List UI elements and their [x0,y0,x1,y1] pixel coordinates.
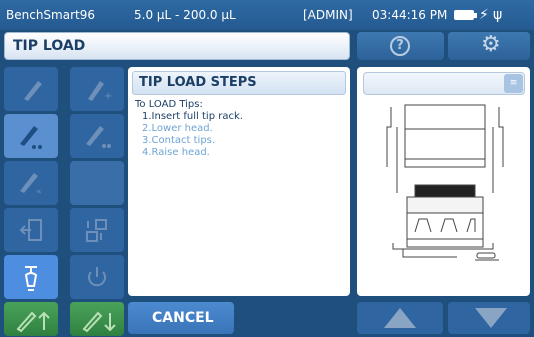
door-exit-icon [19,219,42,241]
down-arrow-icon [475,308,507,328]
instrument-diagram-panel: ≡ [357,67,530,296]
help-button[interactable]: ? [357,32,444,60]
tip-load-icon [24,266,38,291]
exit-button[interactable] [4,208,58,252]
steps-intro: To LOAD Tips: [135,99,203,110]
empty-tool-slot [70,161,124,205]
svg-text:+: + [104,91,112,102]
user-role: [ADMIN] [303,8,353,22]
help-icon: ? [390,36,410,56]
page-title-bar: TIP LOAD [4,32,350,60]
pipette-button[interactable] [4,67,58,111]
step-item: 3.Contact tips. [142,135,216,146]
volume-range: 5.0 µL - 200.0 µL [134,8,236,22]
step-item: 4.Raise head. [142,147,210,158]
cancel-label: CANCEL [152,310,214,326]
pipette-icon [24,81,42,101]
power-button[interactable] [70,255,124,299]
settings-button[interactable]: ⚙ [448,32,530,60]
cancel-button[interactable]: CANCEL [128,302,234,334]
gear-icon: ⚙ [481,32,501,57]
power-icon [88,267,106,287]
battery-icon [454,10,477,20]
pipette-back-button[interactable]: « [4,161,58,205]
step-item: 2.Lower head. [142,123,213,134]
up-arrow-icon [384,308,416,328]
pipette-down-button[interactable] [70,302,124,336]
svg-text:«: « [36,187,42,197]
pipette-plus-icon: + [88,81,112,102]
steps-list: To LOAD Tips: 1.Insert full tip rack. 2.… [135,99,243,159]
tip-load-button[interactable] [4,255,58,299]
steps-title: TIP LOAD STEPS [139,75,257,90]
clock: 03:44:16 PM [372,8,448,22]
pipette-dispense-button[interactable] [70,114,124,158]
page-title: TIP LOAD [13,38,86,54]
charging-icon: ⚡ [479,7,489,23]
pipette-up-button[interactable] [4,302,58,336]
transfer-layout-icon [86,219,107,242]
pipette-dispense-icon [86,126,111,148]
pipette-back-icon: « [20,173,42,197]
pipette-mix-icon [20,126,42,149]
dropdown-icon[interactable]: ≡ [504,74,523,93]
steps-header: TIP LOAD STEPS [132,71,346,95]
pipette-down-icon [82,311,116,333]
pipetting-head-diagram [386,104,504,261]
device-name: BenchSmart96 [6,8,95,22]
pipette-plus-button[interactable]: + [70,67,124,111]
diagram-selector[interactable]: ≡ [363,72,525,95]
move-down-button[interactable] [448,302,530,334]
transfer-layout-button[interactable] [70,208,124,252]
usb-icon: ψ [493,7,503,23]
pipette-mix-button[interactable] [4,114,58,158]
move-up-button[interactable] [357,302,443,334]
tip-load-steps-panel: TIP LOAD STEPS To LOAD Tips: 1.Insert fu… [128,67,350,296]
step-item: 1.Insert full tip rack. [142,111,243,122]
status-bar: BenchSmart96 5.0 µL - 200.0 µL [ADMIN] 0… [0,0,534,30]
pipette-up-icon [16,311,50,333]
